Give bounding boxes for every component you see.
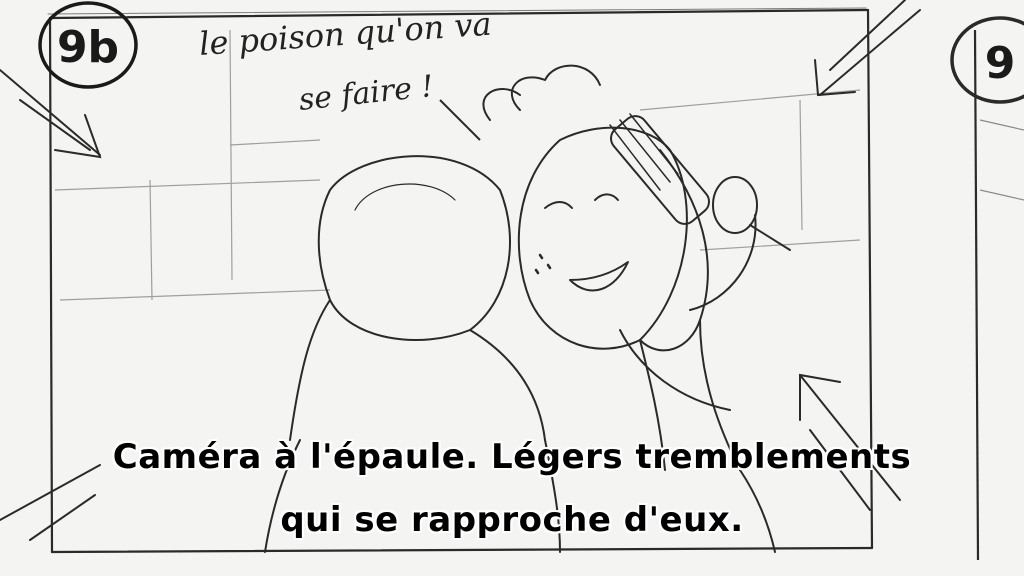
panel-number: 9b [57, 22, 119, 73]
caption-line-1: Caméra à l'épaule. Légers tremblements [112, 437, 912, 477]
next-panel-number: 9 [985, 38, 1016, 89]
caption-line-2: qui se rapproche d'eux. [280, 500, 744, 540]
storyboard-sketch: 9b 9 le poison qu'on va se faire ! [0, 0, 1024, 576]
